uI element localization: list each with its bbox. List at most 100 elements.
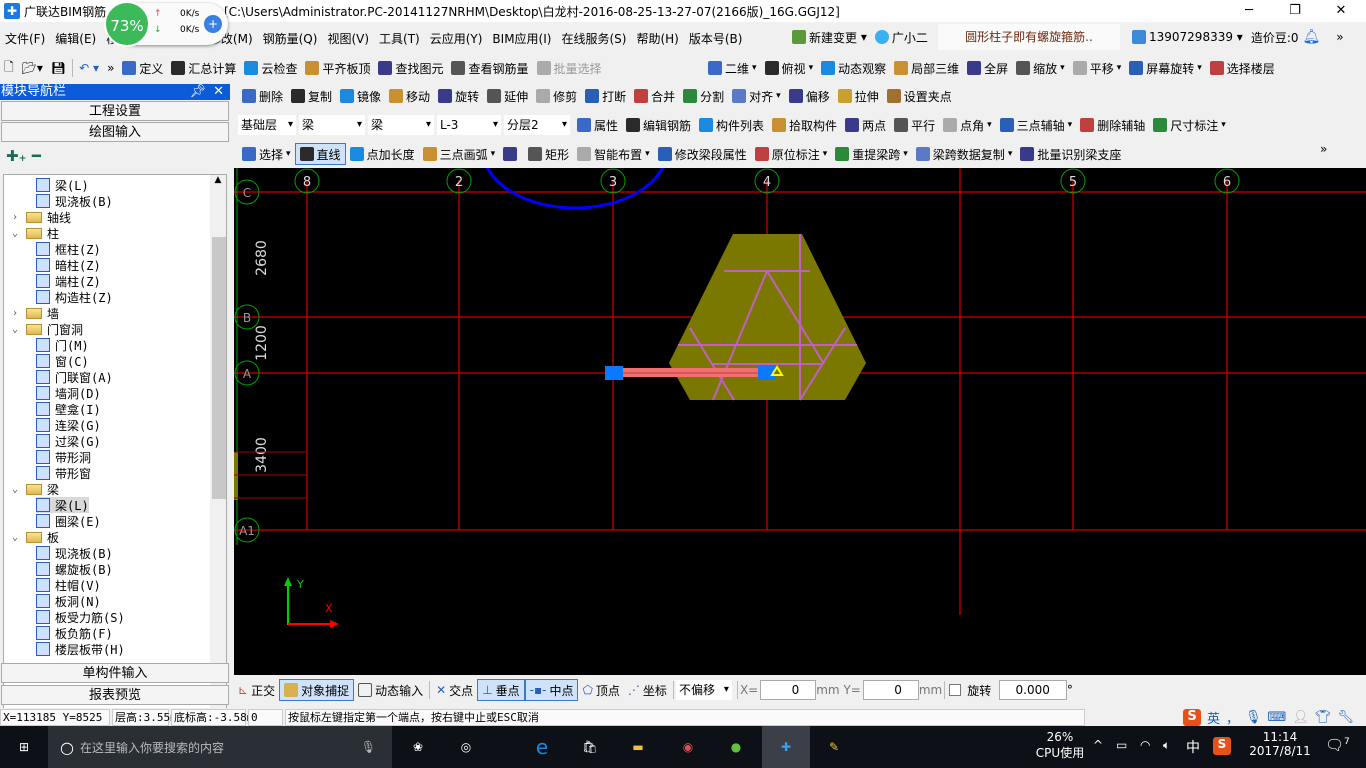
microphone-icon[interactable]: 🎙︎: [361, 740, 376, 754]
coordinate-snap[interactable]: ⋰ 坐标: [624, 679, 671, 701]
tree-item[interactable]: 墙洞(D): [36, 385, 101, 401]
toolbar-button[interactable]: 删除辅轴: [1076, 114, 1149, 136]
toolbar-button[interactable]: 分割: [679, 85, 728, 107]
menu-item[interactable]: 视图(V): [322, 30, 374, 47]
toolbar-button[interactable]: 定义: [118, 57, 167, 79]
dropdown-arrow-icon[interactable]: ▾: [1197, 63, 1202, 73]
chevron-right-icon[interactable]: ›: [12, 308, 26, 319]
toolbar-button[interactable]: 修改梁段属性: [654, 143, 751, 165]
ime-punctuation[interactable]: ，: [1226, 708, 1239, 727]
tree-folder[interactable]: ⌄ 板: [12, 529, 59, 545]
close-panel-icon[interactable]: ✕: [213, 84, 224, 100]
toolbar-button[interactable]: 平行: [890, 114, 939, 136]
toolbar-button[interactable]: 构件列表: [695, 114, 768, 136]
clock[interactable]: 11:14 2017/8/11: [1245, 730, 1315, 758]
canvas-svg[interactable]: 8 2 3 4 5 6 C B A A1 2680 1200 3400 Y X: [234, 90, 1366, 675]
chevron-right-icon[interactable]: ›: [12, 212, 26, 223]
edge-browser-icon[interactable]: e: [518, 726, 566, 768]
app-icon-swirl[interactable]: ◎: [442, 726, 490, 768]
toolbar-button[interactable]: 汇总计算: [167, 57, 240, 79]
drawing-input-button[interactable]: 绘图输入: [1, 122, 229, 142]
report-preview-button[interactable]: 报表预览: [1, 685, 229, 705]
toolbar-button[interactable]: 平移 ▾: [1069, 57, 1126, 79]
angle-input[interactable]: 0.000: [998, 680, 1067, 700]
toolbar-button[interactable]: 屏幕旋转 ▾: [1125, 57, 1206, 79]
tree-item[interactable]: 楼层板带(H): [36, 641, 125, 657]
tree-item[interactable]: 端柱(Z): [36, 273, 101, 289]
tree-folder[interactable]: ⌄ 梁: [12, 481, 59, 497]
app-icon-green[interactable]: ●: [712, 726, 760, 768]
tree-item[interactable]: 圈梁(E): [36, 513, 101, 529]
ime-language[interactable]: 英: [1207, 708, 1220, 727]
user-icon[interactable]: 👤︎: [1292, 710, 1309, 725]
tree-item[interactable]: 构造柱(Z): [36, 289, 113, 305]
chevron-down-icon[interactable]: ⌄: [12, 228, 26, 239]
offset-select[interactable]: 不偏移: [675, 680, 732, 700]
toolbar-button[interactable]: 修剪: [532, 85, 581, 107]
single-component-input-button[interactable]: 单构件输入: [1, 663, 229, 683]
toolbar-button[interactable]: 查找图元: [374, 57, 447, 79]
ortho-toggle[interactable]: ⊾ 正交: [234, 679, 279, 701]
toolbar-button[interactable]: 三点辅轴 ▾: [996, 114, 1077, 136]
perpendicular-snap[interactable]: ⊥ 垂点: [477, 679, 525, 701]
toolbar-button[interactable]: 缩放 ▾: [1012, 57, 1069, 79]
dropdown-arrow-icon[interactable]: ▾: [809, 63, 814, 73]
dropdown-arrow-icon[interactable]: ▾: [987, 120, 992, 130]
dropdown-arrow-icon[interactable]: ▾: [752, 63, 757, 73]
floor-select[interactable]: 基础层: [238, 115, 296, 135]
chevron-down-icon[interactable]: ⌄: [12, 324, 26, 335]
toolbar-button[interactable]: 云检查: [240, 57, 301, 79]
expand-all-icon[interactable]: ✚₊: [6, 147, 27, 165]
open-folder-icon[interactable]: 📂︎▾: [18, 57, 47, 79]
overflow-chevron-icon[interactable]: »: [1320, 142, 1327, 156]
toolbar-button[interactable]: 合并: [630, 85, 679, 107]
toolbar-button[interactable]: 全屏: [963, 57, 1012, 79]
tree-folder[interactable]: › 墙: [12, 305, 59, 321]
app-icon-red[interactable]: ◉: [664, 726, 712, 768]
component-name-select[interactable]: L-3: [437, 115, 501, 135]
toolbar-button[interactable]: 编辑钢筋: [622, 114, 695, 136]
toolbar-button[interactable]: 打断: [581, 85, 630, 107]
toolbar-button[interactable]: 点加长度: [346, 143, 419, 165]
toolbar-button[interactable]: [499, 143, 524, 165]
toolbar-button[interactable]: 镜像: [336, 85, 385, 107]
tree-folder[interactable]: ⌄ 门窗洞: [12, 321, 83, 337]
toolbar-button[interactable]: 直线: [294, 143, 346, 165]
toolbar-button[interactable]: 尺寸标注 ▾: [1149, 114, 1230, 136]
tree-item[interactable]: 螺旋板(B): [36, 561, 113, 577]
toolbar-button[interactable]: 矩形: [524, 143, 573, 165]
grip-start[interactable]: [605, 366, 623, 380]
category-select[interactable]: 梁: [299, 115, 365, 135]
wifi-icon[interactable]: ◠: [1140, 738, 1150, 752]
toolbar-button[interactable]: 拾取构件: [768, 114, 841, 136]
save-icon[interactable]: 💾︎: [47, 57, 70, 79]
tree-item[interactable]: 现浇板(B): [36, 545, 113, 561]
x-input[interactable]: 0: [760, 680, 817, 700]
tree-item[interactable]: 梁(L): [36, 177, 89, 193]
toolbar-button[interactable]: 批量选择: [533, 57, 606, 79]
skin-icon[interactable]: 👕︎: [1315, 710, 1332, 725]
tree-item[interactable]: 板洞(N): [36, 593, 101, 609]
dropdown-arrow-icon[interactable]: ▾: [1117, 63, 1122, 73]
chevron-down-icon[interactable]: ⌄: [12, 532, 26, 543]
tree-item[interactable]: 过梁(G): [36, 433, 101, 449]
toolbar-button[interactable]: 平齐板顶: [301, 57, 374, 79]
toolbar-button[interactable]: 二维 ▾: [704, 57, 761, 79]
add-icon[interactable]: +: [204, 15, 222, 33]
pin-icon[interactable]: 📌︎: [189, 84, 206, 100]
subtype-select[interactable]: 梁: [368, 115, 434, 135]
toolbar-button[interactable]: 复制: [287, 85, 336, 107]
toolbar-button[interactable]: 查看钢筋量: [447, 57, 532, 79]
toolbar-button[interactable]: 旋转: [434, 85, 483, 107]
assistant-button[interactable]: 广小二: [871, 26, 932, 48]
tree-item[interactable]: 板受力筋(S): [36, 609, 125, 625]
glodon-taskbar-icon[interactable]: ✚: [762, 726, 810, 768]
overflow-icon[interactable]: »: [103, 57, 118, 79]
dropdown-arrow-icon[interactable]: ▾: [1068, 120, 1073, 130]
undo-icon[interactable]: ↶ ▾: [75, 57, 103, 79]
vertex-snap[interactable]: ⬠ 顶点: [578, 679, 623, 701]
menu-item[interactable]: 在线服务(S): [556, 30, 631, 47]
toolbar-button[interactable]: 原位标注 ▾: [751, 143, 832, 165]
maximize-button[interactable]: ❐: [1272, 0, 1318, 22]
tree-scrollbar[interactable]: ▲ ▼: [210, 175, 226, 741]
